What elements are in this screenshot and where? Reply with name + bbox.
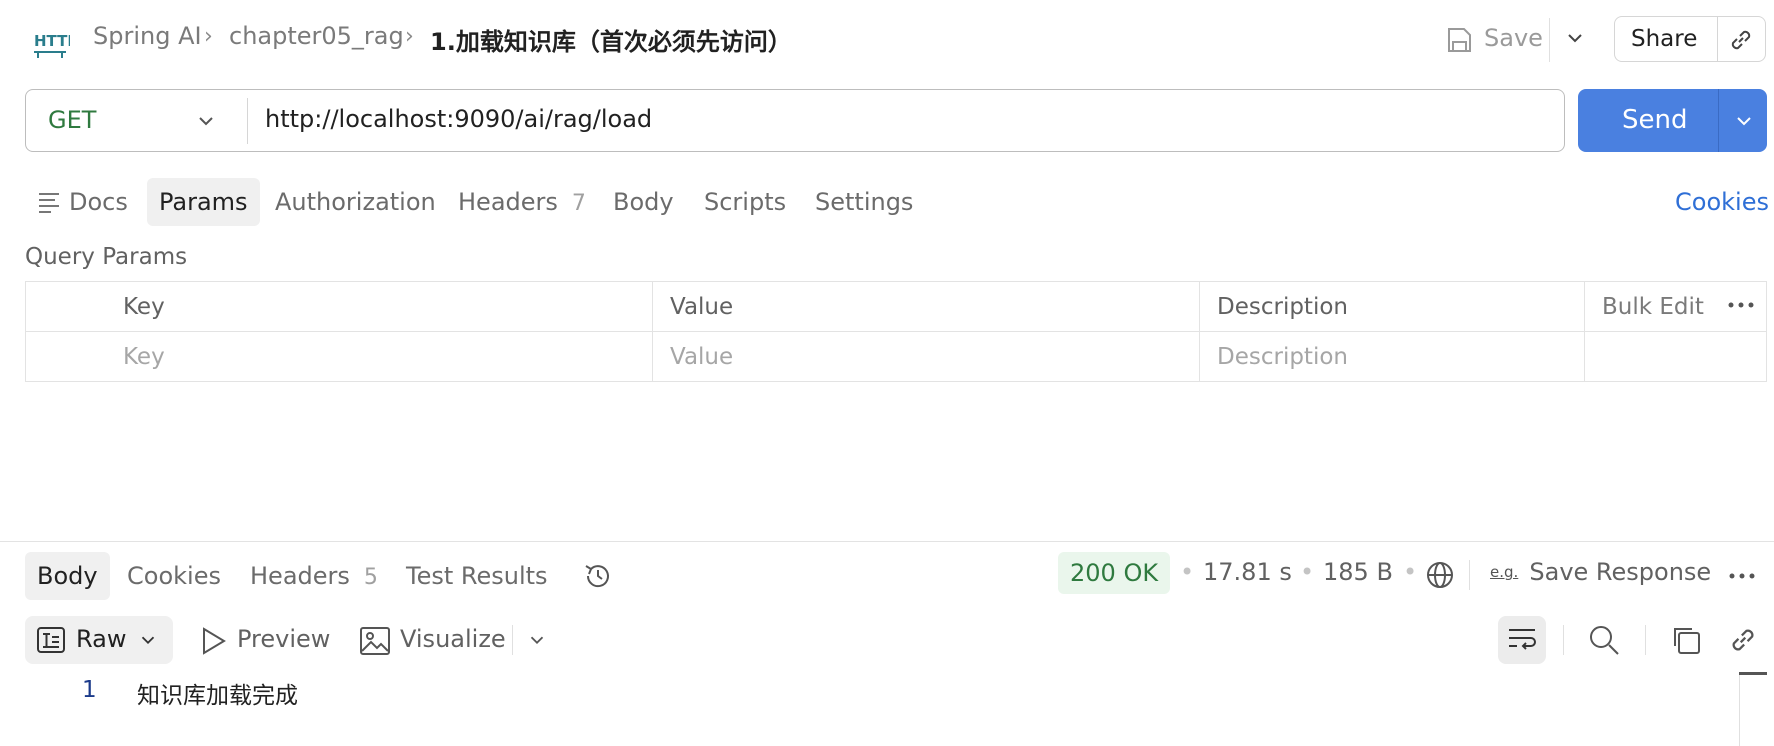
cookies-link[interactable]: Cookies xyxy=(1675,178,1769,226)
wrap-lines-icon xyxy=(1509,629,1536,650)
preview-label: Preview xyxy=(237,625,331,653)
column-header-key: Key xyxy=(123,294,165,320)
tab-docs-label: Docs xyxy=(69,188,128,216)
visualize-button[interactable]: Visualize xyxy=(360,620,510,660)
share-label: Share xyxy=(1631,26,1698,52)
raw-view-select[interactable]: Raw xyxy=(25,616,173,664)
copy-icon[interactable] xyxy=(1670,624,1702,656)
link-icon[interactable] xyxy=(1727,624,1759,656)
search-icon[interactable] xyxy=(1588,624,1620,656)
svg-text:HTTP: HTTP xyxy=(34,32,70,50)
tab-authorization[interactable]: Authorization xyxy=(275,178,436,226)
response-tab-test-results[interactable]: Test Results xyxy=(406,552,548,600)
image-icon xyxy=(360,627,390,655)
bulk-edit-button[interactable]: Bulk Edit xyxy=(1602,294,1704,320)
chevron-down-icon xyxy=(199,117,213,126)
response-body-line[interactable]: 知识库加载完成 xyxy=(137,676,298,710)
tab-settings[interactable]: Settings xyxy=(815,178,913,226)
response-headers-count-badge: 5 xyxy=(363,565,378,590)
pane-divider[interactable] xyxy=(0,541,1774,542)
column-header-description: Description xyxy=(1217,294,1348,320)
response-tab-headers[interactable]: Headers 5 xyxy=(250,552,378,600)
response-size[interactable]: 185 B xyxy=(1323,558,1393,586)
save-options-chevron-icon[interactable] xyxy=(1563,26,1587,50)
breadcrumb-separator-icon: › xyxy=(204,24,213,49)
scrollbar[interactable] xyxy=(1739,672,1740,746)
tab-params[interactable]: Params xyxy=(147,178,260,226)
tab-docs[interactable]: Docs xyxy=(37,178,128,226)
tab-headers[interactable]: Headers 7 xyxy=(458,178,586,226)
send-button[interactable]: Send xyxy=(1578,89,1767,152)
save-response-label: Save Response xyxy=(1529,558,1712,586)
line-number: 1 xyxy=(82,677,97,703)
method-label: GET xyxy=(48,106,97,134)
response-tab-cookies[interactable]: Cookies xyxy=(127,552,221,600)
breadcrumb-folder[interactable]: chapter05_rag xyxy=(229,22,404,50)
preview-button[interactable]: Preview xyxy=(200,620,330,660)
visualize-options-chevron-icon[interactable] xyxy=(526,629,548,651)
tab-body[interactable]: Body xyxy=(613,178,674,226)
visualize-label: Visualize xyxy=(400,625,506,653)
column-header-value: Value xyxy=(670,294,734,320)
separator-dot: • xyxy=(1300,558,1315,586)
status-badge: 200 OK xyxy=(1058,552,1171,594)
http-icon: HTTP xyxy=(32,22,70,60)
raw-label: Raw xyxy=(76,625,127,653)
raw-format-icon xyxy=(37,627,65,653)
save-response-button[interactable]: e.g. Save Response xyxy=(1490,558,1711,594)
globe-icon[interactable] xyxy=(1425,560,1455,590)
breadcrumb-separator-icon: › xyxy=(405,24,414,49)
response-time[interactable]: 17.81 s xyxy=(1203,558,1292,586)
link-icon[interactable] xyxy=(1727,26,1755,54)
url-input[interactable]: http://localhost:9090/ai/rag/load xyxy=(265,105,652,133)
method-select[interactable]: GET xyxy=(26,90,247,151)
docs-icon xyxy=(39,193,59,213)
chevron-down-icon xyxy=(141,636,155,645)
save-button[interactable]: Save xyxy=(1444,20,1544,60)
separator-dot: • xyxy=(1180,558,1195,586)
response-tab-body[interactable]: Body xyxy=(25,552,110,600)
response-more-options-icon[interactable] xyxy=(1728,571,1756,581)
save-label: Save xyxy=(1484,24,1543,52)
history-icon[interactable] xyxy=(582,560,614,592)
url-bar xyxy=(25,89,1565,152)
tab-scripts[interactable]: Scripts xyxy=(704,178,786,226)
send-label: Send xyxy=(1622,105,1688,135)
response-tab-headers-label: Headers xyxy=(250,562,350,590)
wrap-lines-button[interactable] xyxy=(1498,616,1546,664)
key-input[interactable]: Key xyxy=(123,344,165,370)
scrollbar-thumb[interactable] xyxy=(1739,672,1767,675)
headers-count-badge: 7 xyxy=(571,191,586,216)
save-icon xyxy=(1448,28,1471,52)
separator-dot: • xyxy=(1403,558,1418,586)
value-input[interactable]: Value xyxy=(670,344,733,370)
query-params-title: Query Params xyxy=(25,244,188,270)
tab-headers-label: Headers xyxy=(458,188,558,216)
request-title[interactable]: 1.加载知识库（首次必须先访问） xyxy=(430,22,792,57)
play-icon xyxy=(203,627,226,655)
share-button[interactable]: Share xyxy=(1614,16,1766,62)
example-icon: e.g. xyxy=(1490,563,1519,581)
more-options-icon[interactable] xyxy=(1727,300,1755,310)
send-options-chevron-icon[interactable] xyxy=(1732,109,1756,133)
description-input[interactable]: Description xyxy=(1217,344,1348,370)
breadcrumb-collection[interactable]: Spring AI xyxy=(93,22,202,50)
